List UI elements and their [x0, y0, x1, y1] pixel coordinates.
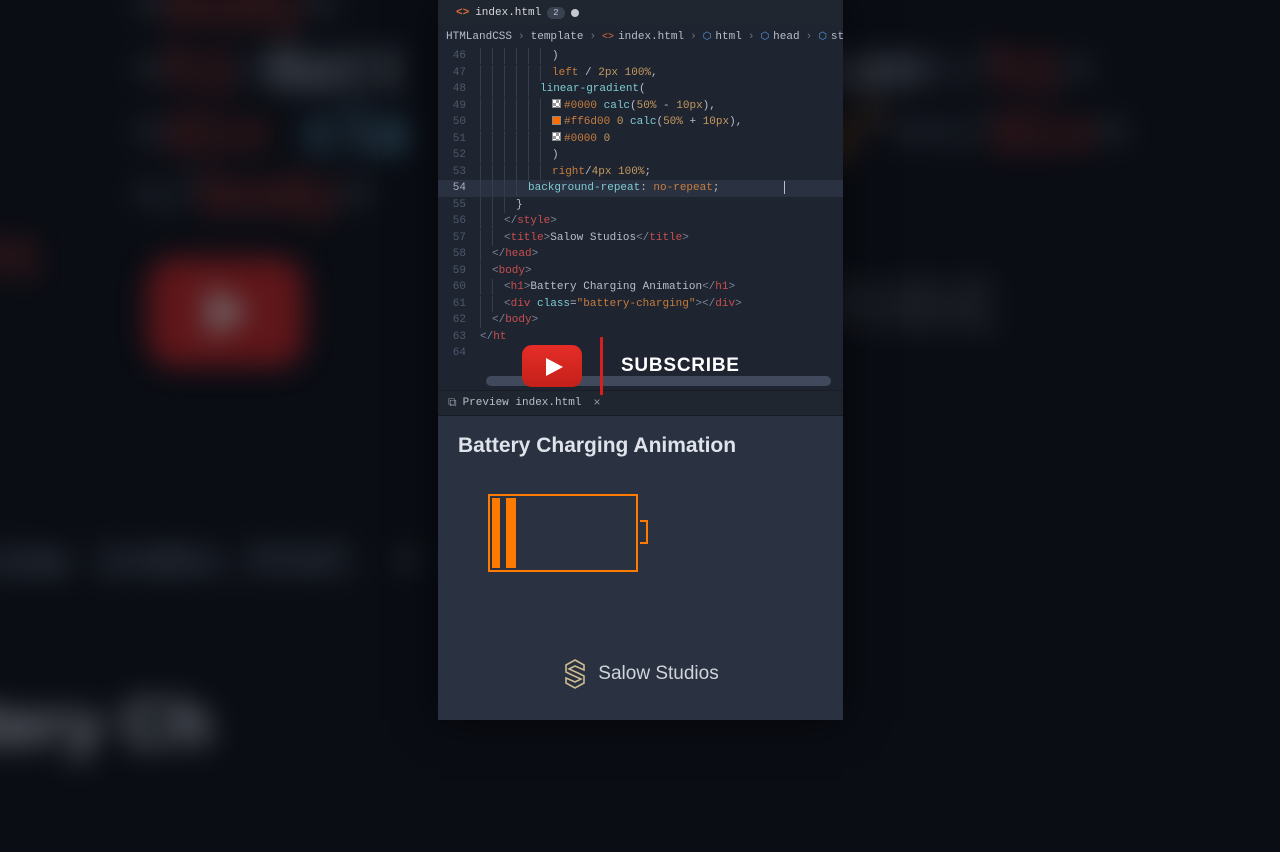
code-line[interactable]: 47left / 2px 100%, — [438, 65, 843, 82]
code-line[interactable]: 46) — [438, 48, 843, 65]
code-line[interactable]: 53right/4px 100%; — [438, 164, 843, 181]
code-line[interactable]: 62</body> — [438, 312, 843, 329]
code-line[interactable]: 60<h1>Battery Charging Animation</h1> — [438, 279, 843, 296]
brand-name: Salow Studios — [598, 663, 718, 685]
subscribe-separator — [600, 337, 603, 395]
subscribe-overlay: SUBSCRIBE — [522, 337, 740, 395]
battery-bar-1 — [492, 498, 500, 568]
code-line[interactable]: 49#0000 calc(50% - 10px), — [438, 98, 843, 115]
code-editor[interactable]: 46)47left / 2px 100%,48linear-gradient(4… — [438, 48, 843, 368]
code-line[interactable]: 50#ff6d00 0 calc(50% + 10px), — [438, 114, 843, 131]
code-line[interactable]: 52) — [438, 147, 843, 164]
battery-bar-2 — [506, 498, 516, 568]
html-file-icon: <> — [456, 7, 469, 19]
preview-heading: Battery Charging Animation — [458, 434, 823, 458]
preview-tab-label: Preview index.html — [463, 397, 582, 409]
editor-tabbar: <> index.html 2 — [438, 0, 843, 26]
code-line[interactable]: 58</head> — [438, 246, 843, 263]
unsaved-dot-icon — [571, 9, 579, 17]
code-line[interactable]: 54background-repeat: no-repeat; — [438, 180, 843, 197]
code-line[interactable]: 55} — [438, 197, 843, 214]
code-line[interactable]: 48linear-gradient( — [438, 81, 843, 98]
code-line[interactable]: 57<title>Salow Studios</title> — [438, 230, 843, 247]
preview-icon: ⧉ — [448, 396, 457, 410]
code-line[interactable]: 59<body> — [438, 263, 843, 280]
subscribe-text: SUBSCRIBE — [621, 355, 740, 377]
tab-badge: 2 — [547, 7, 564, 19]
tab-label: index.html — [475, 7, 541, 19]
code-line[interactable]: 51#0000 0 — [438, 131, 843, 148]
battery-cap — [640, 520, 648, 544]
preview-tab[interactable]: ⧉ Preview index.html × — [448, 396, 601, 410]
brand-logo-icon — [562, 658, 588, 690]
youtube-play-icon[interactable] — [522, 345, 582, 387]
preview-pane: Battery Charging Animation Salow Studios — [438, 416, 843, 721]
tab-index-html[interactable]: <> index.html 2 — [448, 7, 587, 19]
close-icon[interactable]: × — [593, 396, 600, 410]
brand-footer: Salow Studios — [458, 658, 823, 702]
code-line[interactable]: 56</style> — [438, 213, 843, 230]
battery-graphic — [488, 494, 638, 572]
code-line[interactable]: 61<div class="battery-charging"></div> — [438, 296, 843, 313]
breadcrumb: HTMLandCSS›template›<> index.html›⬡ html… — [438, 26, 843, 48]
